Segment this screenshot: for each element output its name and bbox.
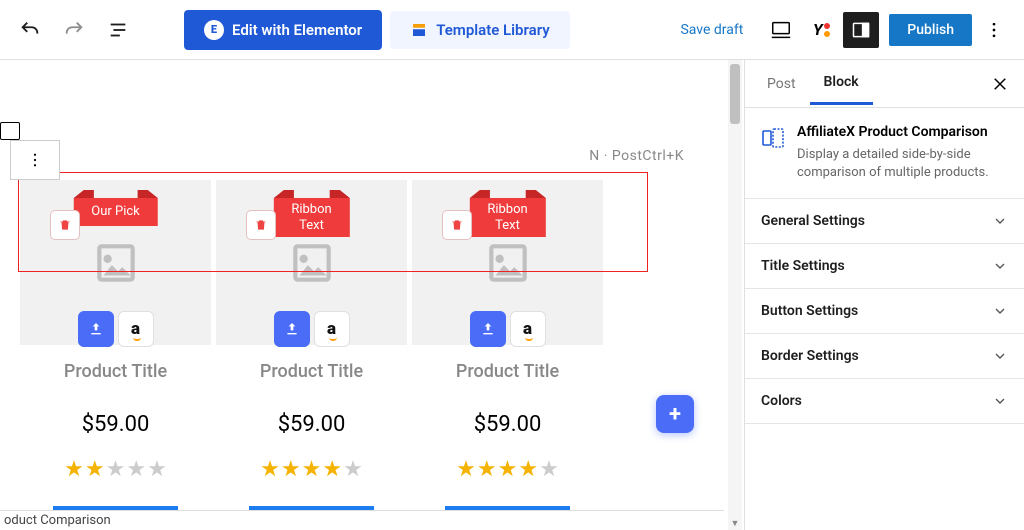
panel-label: Border Settings (761, 348, 859, 364)
product-ribbon[interactable]: Our Pick (73, 198, 158, 226)
save-draft-link[interactable]: Save draft (680, 22, 743, 38)
amazon-icon: a (131, 319, 140, 339)
undo-button[interactable] (12, 12, 48, 48)
block-breadcrumb[interactable]: oduct Comparison (0, 510, 724, 530)
template-label: Template Library (436, 21, 550, 39)
settings-sidebar-toggle[interactable] (843, 12, 879, 48)
product-price[interactable]: $59.00 (224, 412, 399, 437)
edit-with-elementor-button[interactable]: E Edit with Elementor (184, 10, 382, 50)
panel-label: Title Settings (761, 258, 845, 274)
product-card: Ribbon Text a Product Title $59.00 ★★★★★… (216, 180, 408, 530)
trash-icon (450, 218, 464, 232)
publish-button[interactable]: Publish (889, 14, 972, 46)
scroll-down-icon[interactable]: ▼ (728, 516, 742, 530)
redo-button[interactable] (56, 12, 92, 48)
product-ribbon[interactable]: Ribbon Text (273, 198, 349, 237)
scrollbar-thumb[interactable] (730, 64, 740, 124)
product-card: Our Pick a Product Title $59.00 ★★★★★ Bu… (20, 180, 212, 530)
panel-title-settings[interactable]: Title Settings (745, 244, 1024, 289)
block-toolbar[interactable] (10, 140, 60, 180)
product-price[interactable]: $59.00 (420, 412, 595, 437)
panel-border-settings[interactable]: Border Settings (745, 334, 1024, 379)
panel-label: Button Settings (761, 303, 858, 319)
panel-label: Colors (761, 393, 802, 409)
product-comparison-block[interactable]: Our Pick a Product Title $59.00 ★★★★★ Bu… (20, 180, 604, 530)
ribbon-text: Our Pick (91, 204, 140, 219)
kebab-icon (26, 151, 44, 169)
preview-button[interactable] (763, 12, 799, 48)
delete-card-button[interactable] (50, 210, 80, 240)
upload-icon (480, 321, 496, 337)
panel-colors[interactable]: Colors (745, 379, 1024, 424)
canvas-scrollbar[interactable]: ▲ ▼ (728, 60, 742, 530)
sidebar-tabs: Post Block (745, 60, 1024, 108)
doc-outline-button[interactable] (100, 12, 136, 48)
elementor-label: Edit with Elementor (232, 21, 362, 39)
panel-button-settings[interactable]: Button Settings (745, 289, 1024, 334)
desktop-icon (770, 19, 792, 41)
sidebar-icon (851, 20, 871, 40)
close-sidebar-button[interactable] (984, 68, 1016, 100)
ribbon-text: Ribbon Text (487, 202, 527, 233)
template-icon (410, 21, 428, 39)
panel-general-settings[interactable]: General Settings (745, 199, 1024, 244)
chevron-down-icon (992, 393, 1008, 409)
panel-label: General Settings (761, 213, 865, 229)
chevron-down-icon (992, 303, 1008, 319)
yoast-icon: Y (813, 20, 830, 39)
upload-image-button[interactable] (78, 311, 114, 347)
trash-icon (254, 218, 268, 232)
ribbon-text: Ribbon Text (291, 202, 331, 233)
kebab-icon (984, 20, 1004, 40)
upload-icon (88, 321, 104, 337)
amazon-source-button[interactable]: a (118, 311, 154, 347)
options-menu-button[interactable] (976, 12, 1012, 48)
tab-post[interactable]: Post (753, 64, 810, 104)
editor-canvas[interactable]: ▲ ▼ N · PostCtrl+K Our Pick (0, 60, 744, 530)
upload-icon (284, 321, 300, 337)
product-title[interactable]: Product Title (224, 361, 399, 382)
upload-image-button[interactable] (470, 311, 506, 347)
image-placeholder-icon (287, 235, 337, 291)
image-placeholder-icon (91, 235, 141, 291)
product-ribbon[interactable]: Ribbon Text (469, 198, 545, 237)
image-placeholder-icon (483, 235, 533, 291)
close-icon (991, 75, 1009, 93)
amazon-source-button[interactable]: a (314, 311, 350, 347)
comparison-block-icon (761, 126, 785, 150)
delete-card-button[interactable] (246, 210, 276, 240)
product-rating[interactable]: ★★★★★ (28, 457, 203, 482)
settings-sidebar: Post Block AffiliateX Product Comparison… (744, 60, 1024, 530)
product-rating[interactable]: ★★★★★ (224, 457, 399, 482)
chevron-down-icon (992, 348, 1008, 364)
editor-top-bar: E Edit with Elementor Template Library S… (0, 0, 1024, 60)
product-rating[interactable]: ★★★★★ (420, 457, 595, 482)
product-price[interactable]: $59.00 (28, 412, 203, 437)
tab-block[interactable]: Block (810, 62, 873, 105)
amazon-source-button[interactable]: a (510, 311, 546, 347)
add-block-button[interactable]: + (656, 395, 694, 433)
block-drag-handle[interactable] (0, 122, 20, 140)
trash-icon (58, 218, 72, 232)
template-library-button[interactable]: Template Library (390, 11, 570, 49)
upload-image-button[interactable] (274, 311, 310, 347)
chevron-down-icon (992, 213, 1008, 229)
block-info-panel: AffiliateX Product Comparison Display a … (745, 108, 1024, 199)
keyboard-shortcut-hint: N · PostCtrl+K (589, 148, 684, 164)
product-title[interactable]: Product Title (28, 361, 203, 382)
product-card: Ribbon Text a Product Title $59.00 ★★★★★… (412, 180, 604, 530)
amazon-icon: a (523, 319, 532, 339)
elementor-icon: E (204, 20, 224, 40)
amazon-icon: a (327, 319, 336, 339)
yoast-button[interactable]: Y (803, 12, 839, 48)
chevron-down-icon (992, 258, 1008, 274)
block-name-label: AffiliateX Product Comparison (797, 124, 1008, 140)
block-description: Display a detailed side-by-side comparis… (797, 146, 1008, 182)
delete-card-button[interactable] (442, 210, 472, 240)
product-title[interactable]: Product Title (420, 361, 595, 382)
